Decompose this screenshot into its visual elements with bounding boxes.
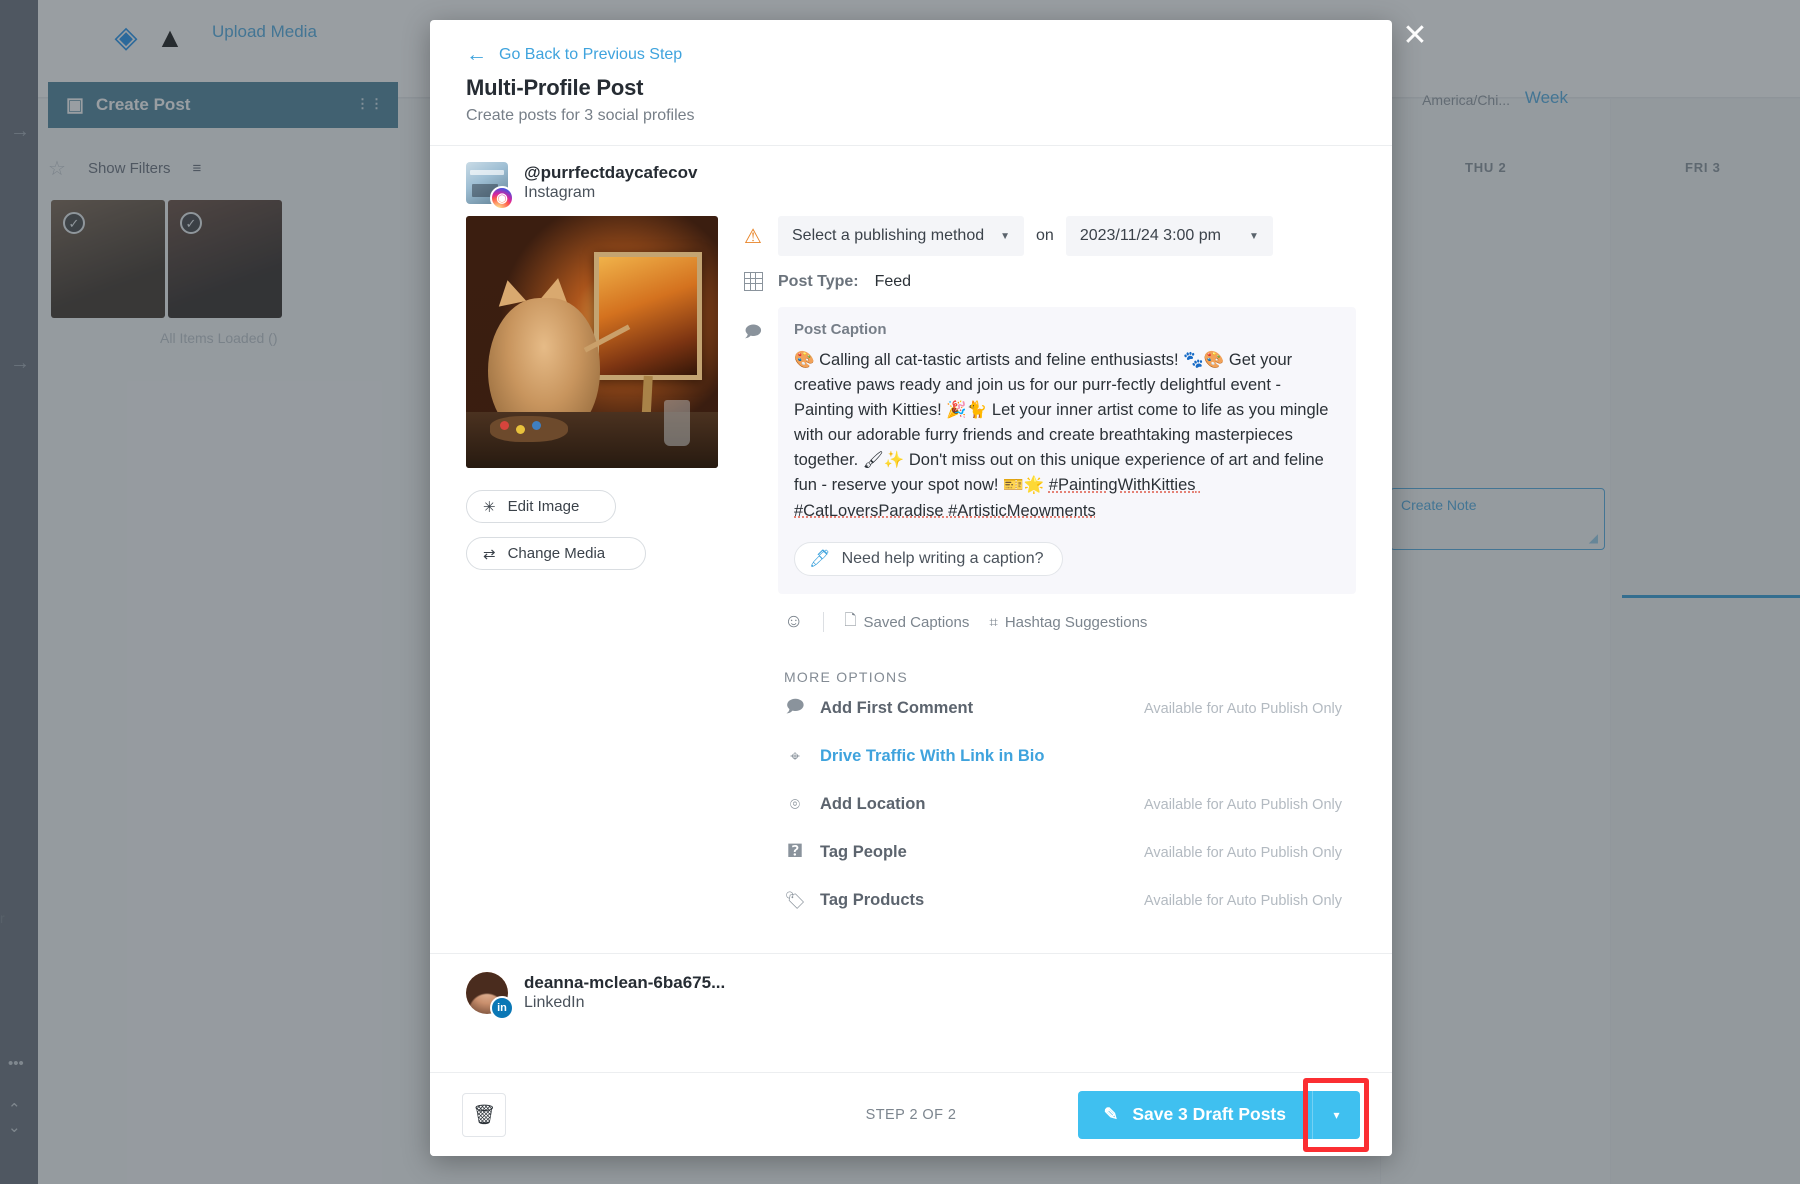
publishing-method-select[interactable]: Select a publishing method ▼ [778,216,1025,257]
divider [823,612,825,633]
profile-network: Instagram [524,184,596,202]
emoji-picker-icon[interactable]: ☺ [784,611,803,633]
chevron-down-icon: ▼ [1248,230,1259,242]
avatar: ◉ [466,162,514,211]
caption-help-button[interactable]: 🖊 Need help writing a caption? [794,541,1063,576]
post-type-row: Post Type: Feed [740,272,1356,292]
caption-body: 🎨 Calling all cat-tastic artists and fel… [794,351,1334,495]
post-image-preview[interactable] [466,216,718,469]
image-paint-dot [516,425,525,435]
warning-triangle-icon: ⚠ [744,225,762,248]
edit-image-label: Edit Image [507,498,580,516]
instagram-icon: ◉ [490,186,514,211]
go-back-label: Go Back to Previous Step [499,45,683,63]
option-label: Tag Products [820,891,925,910]
saved-captions-icon: 🗋 [844,611,857,629]
option-note: Available for Auto Publish Only [1143,796,1342,813]
option-note: Available for Auto Publish Only [1143,844,1342,861]
option-note: Available for Auto Publish Only [1143,892,1342,909]
linkedin-icon: in [490,995,514,1020]
publishing-method-row: ⚠ Select a publishing method ▼ on 2023/1… [740,216,1356,257]
edit-image-button[interactable]: ✳ Edit Image [466,490,616,524]
caption-help-label: Need help writing a caption? [841,549,1044,567]
post-type-label: Post Type: [778,272,859,290]
option-label: Tag People [820,843,907,862]
image-paint-dot [500,421,509,431]
change-media-button[interactable]: ⇄ Change Media [466,537,646,571]
hashtag-suggestions-label: Hashtag Suggestions [1004,613,1148,631]
page-title: Multi-Profile Post [466,75,644,100]
pencil-icon: ✎ [1103,1104,1119,1124]
detail-column: ⚠ Select a publishing method ▼ on 2023/1… [740,216,1356,925]
arrow-left-icon: ← [466,43,487,66]
post-type-value: Feed [874,272,912,290]
more-options-title: MORE OPTIONS [784,668,909,685]
option-tag-people[interactable]: 🯄 Tag People Available for Auto Publish … [784,829,1356,877]
delete-button[interactable]: 🗑 [462,1092,506,1137]
chevron-down-icon: ▼ [1000,230,1011,242]
post-caption-box[interactable]: Post Caption 🎨 Calling all cat-tastic ar… [778,307,1356,594]
image-brush-jar [664,400,690,447]
avatar-detail [470,170,504,176]
schedule-datetime-select[interactable]: 2023/11/24 3:00 pm ▼ [1065,216,1273,257]
option-label: Add First Comment [820,699,974,718]
on-label: on [1036,227,1054,245]
media-column: ✳ Edit Image ⇄ Change Media [466,216,718,925]
save-options-dropdown-button[interactable]: ▾ [1312,1090,1360,1139]
publishing-method-value: Select a publishing method [792,227,985,245]
saved-captions-button[interactable]: 🗋 Saved Captions [844,610,969,635]
option-tag-products[interactable]: 🏷 Tag Products Available for Auto Publis… [784,877,1356,925]
avatar: in [466,971,514,1020]
save-button-group: ✎ Save 3 Draft Posts ▾ [1077,1077,1369,1152]
hash-comment-icon: 🗩 [785,697,805,717]
caption-row: 🗩 Post Caption 🎨 Calling all cat-tastic … [740,307,1356,594]
image-easel [594,252,702,381]
page-subtitle: Create posts for 3 social profiles [466,107,695,124]
modal-header: ← Go Back to Previous Step Multi-Profile… [430,20,1392,146]
option-note: Available for Auto Publish Only [1143,700,1342,717]
go-back-link[interactable]: ← Go Back to Previous Step [466,44,1356,65]
option-add-first-comment[interactable]: 🗩 Add First Comment Available for Auto P… [784,685,1356,733]
magic-wand-icon: 🖊 [809,548,831,568]
hashtag-icon: ⌗ [989,613,998,631]
comment-icon: 🗩 [744,324,762,342]
link-bio-icon: ⌖ [790,746,800,766]
save-draft-posts-button[interactable]: ✎ Save 3 Draft Posts [1077,1090,1312,1139]
multi-profile-post-modal: ← Go Back to Previous Step Multi-Profile… [430,20,1392,1156]
post-caption-label: Post Caption [794,321,887,339]
caption-toolbar: ☺ 🗋 Saved Captions ⌗ Hashtag Suggestions [784,610,1356,635]
image-paint-dot [532,421,541,431]
schedule-datetime-value: 2023/11/24 3:00 pm [1079,227,1221,245]
modal-body: ◉ @purrfectdaycafecov Instagram ✳ Edit I… [430,146,1392,1072]
location-pin-icon: ⌾ [789,794,801,814]
hashtag-suggestions-button[interactable]: ⌗ Hashtag Suggestions [989,614,1147,631]
option-drive-traffic-link-in-bio[interactable]: ⌖ Drive Traffic With Link in Bio [784,733,1356,781]
linkedin-profile-row[interactable]: in deanna-mclean-6ba675... LinkedIn [430,952,1392,1032]
option-label: Add Location [820,795,926,814]
tag-products-icon: 🏷 [784,890,806,910]
option-label: Drive Traffic With Link in Bio [820,747,1045,766]
step-indicator: STEP 2 OF 2 [865,1106,957,1123]
save-label: Save 3 Draft Posts [1132,1104,1286,1124]
close-modal-button[interactable]: ✕ [1398,20,1432,54]
edit-image-icon: ✳ [483,498,496,516]
post-caption-text[interactable]: 🎨 Calling all cat-tastic artists and fel… [794,348,1340,524]
modal-footer: 🗑 STEP 2 OF 2 ✎ Save 3 Draft Posts ▾ [430,1072,1392,1156]
grid-icon [740,272,766,292]
compose-row: ✳ Edit Image ⇄ Change Media ⚠ Select a p… [430,216,1392,925]
profile-handle: @purrfectdaycafecov [524,163,698,182]
swap-icon: ⇄ [483,545,496,563]
profile-network: LinkedIn [524,993,585,1011]
tag-people-icon: 🯄 [786,841,804,861]
instagram-profile-row: ◉ @purrfectdaycafecov Instagram [430,146,1392,216]
change-media-label: Change Media [507,545,606,563]
option-add-location[interactable]: ⌾ Add Location Available for Auto Publis… [784,781,1356,829]
saved-captions-label: Saved Captions [863,613,970,631]
profile-handle: deanna-mclean-6ba675... [524,972,726,992]
